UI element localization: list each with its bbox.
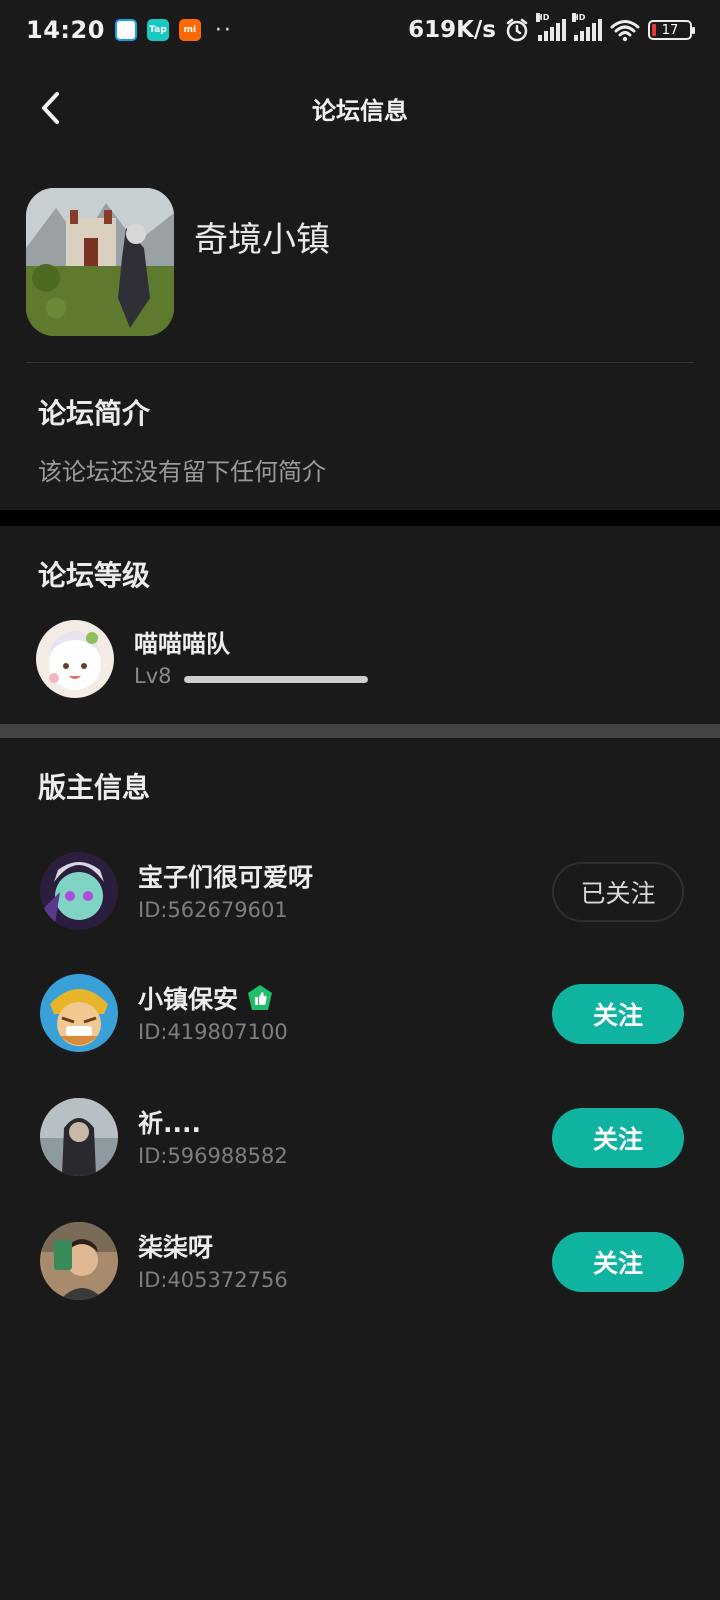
moderator-avatar[interactable] xyxy=(40,1222,118,1300)
moderator-name-text: 宝子们很可爱呀 xyxy=(138,863,314,892)
moderator-id: ID:562679601 xyxy=(138,898,288,922)
thumbs-up-badge-icon xyxy=(248,985,273,1010)
section-separator xyxy=(0,510,720,526)
cell-signal-2-icon: HD xyxy=(572,13,602,41)
level-section-title: 论坛等级 xyxy=(38,559,151,592)
chevron-left-icon xyxy=(42,92,59,124)
moderator-name: 宝子们很可爱呀 xyxy=(138,858,313,894)
back-button[interactable] xyxy=(30,86,70,130)
divider xyxy=(26,362,694,363)
followed-button[interactable]: 已关注 xyxy=(552,862,684,922)
level-row[interactable]: 喵喵喵队 Lv8 xyxy=(36,620,686,698)
follow-button[interactable]: 关注 xyxy=(552,1108,684,1168)
battery-level: 17 xyxy=(661,22,679,38)
moderator-name-text: 柒柒呀 xyxy=(138,1233,214,1262)
page-title: 论坛信息 xyxy=(312,96,408,125)
level-label: Lv8 xyxy=(134,664,172,688)
home-app-icon xyxy=(114,19,137,41)
moderator-name: 小镇保安 xyxy=(138,980,274,1016)
hd-label: HD xyxy=(536,13,550,22)
cell-signal-1-icon: HD xyxy=(536,13,566,41)
follow-button[interactable]: 关注 xyxy=(552,984,684,1044)
intro-text: 该论坛还没有留下任何简介 xyxy=(38,458,326,486)
moderator-avatar[interactable] xyxy=(40,974,118,1052)
moderator-name: 祈.... xyxy=(138,1104,201,1140)
moderator-row[interactable]: 小镇保安 ID:419807100 关注 xyxy=(40,974,684,1054)
top-app-bar: 论坛信息 xyxy=(0,60,720,156)
tap-app-icon: Tap xyxy=(146,19,169,41)
moderator-avatar[interactable] xyxy=(40,852,118,930)
moderator-id: ID:596988582 xyxy=(138,1144,288,1168)
moderator-avatar[interactable] xyxy=(40,1098,118,1176)
mi-app-icon: mi xyxy=(178,19,201,41)
follow-button[interactable]: 关注 xyxy=(552,1232,684,1292)
section-separator xyxy=(0,724,720,738)
moderator-id: ID:405372756 xyxy=(138,1268,288,1292)
battery-level-fill xyxy=(652,24,656,36)
status-bar: 14:20 Tap mi ·· 619K/s HD HD 17 xyxy=(0,0,720,60)
battery-icon: 17 xyxy=(648,20,695,40)
forum-name: 奇境小镇 xyxy=(194,220,330,260)
status-right: 619K/s HD HD 17 xyxy=(408,13,695,43)
forum-header: 奇境小镇 xyxy=(26,188,694,338)
more-notifications-icon: ·· xyxy=(214,17,233,43)
moderator-id: ID:419807100 xyxy=(138,1020,288,1044)
alarm-icon xyxy=(506,18,528,42)
moderator-row[interactable]: 柒柒呀 ID:405372756 关注 xyxy=(40,1222,684,1302)
moderator-row[interactable]: 祈.... ID:596988582 关注 xyxy=(40,1098,684,1178)
forum-info-page: 14:20 Tap mi ·· 619K/s HD HD 17 论坛信息 奇境小… xyxy=(0,0,720,1600)
moderator-name-text: 小镇保安 xyxy=(138,985,239,1014)
intro-section-title: 论坛简介 xyxy=(38,397,151,430)
moderator-row[interactable]: 宝子们很可爱呀 ID:562679601 已关注 xyxy=(40,852,684,932)
moderator-name-text: 祈.... xyxy=(138,1109,201,1138)
team-avatar xyxy=(36,620,114,698)
team-name: 喵喵喵队 xyxy=(134,630,230,658)
level-progress-fill xyxy=(184,676,368,683)
hd-label: HD xyxy=(572,13,586,22)
status-time: 14:20 xyxy=(26,16,105,44)
wifi-icon xyxy=(610,20,640,42)
moderators-section-title: 版主信息 xyxy=(38,771,151,804)
forum-game-icon xyxy=(26,188,174,336)
status-left: 14:20 Tap mi ·· xyxy=(26,16,233,44)
network-speed: 619K/s xyxy=(408,17,496,43)
moderator-name: 柒柒呀 xyxy=(138,1228,213,1264)
level-progress-bar xyxy=(184,676,368,683)
